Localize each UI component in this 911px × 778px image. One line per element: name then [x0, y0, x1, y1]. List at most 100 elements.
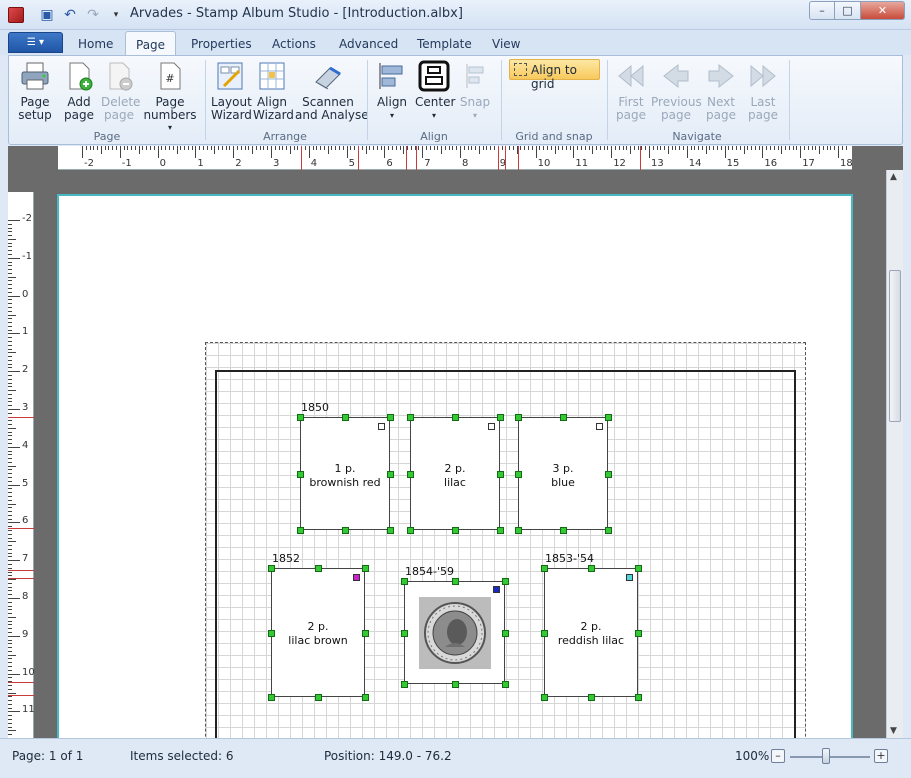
zoom-out-button[interactable]: –	[771, 749, 785, 763]
tab-home[interactable]: Home	[68, 34, 123, 55]
page-numbers-button[interactable]: # Page numbers ▾	[143, 60, 197, 134]
tab-template[interactable]: Template	[407, 34, 482, 55]
zoom-in-button[interactable]: +	[874, 749, 888, 763]
resize-handle[interactable]	[387, 470, 394, 478]
resize-handle[interactable]	[451, 681, 459, 688]
resize-handle[interactable]	[497, 527, 504, 534]
align-button[interactable]: Align ▾	[373, 60, 411, 122]
resize-handle[interactable]	[297, 414, 304, 421]
tab-page[interactable]: Page	[125, 31, 177, 56]
scroll-down-icon[interactable]: ▼	[890, 726, 897, 736]
resize-handle[interactable]	[497, 414, 504, 421]
stamp-box[interactable]: 1 p. brownish red	[300, 417, 390, 530]
resize-handle[interactable]	[502, 681, 509, 688]
scan-analyse-button[interactable]: Scannen and Analyse	[295, 60, 369, 122]
resize-handle[interactable]	[401, 578, 408, 585]
snap-button[interactable]: Snap ▾	[457, 60, 493, 122]
resize-handle[interactable]	[560, 414, 567, 421]
center-button[interactable]: Center ▾	[415, 60, 455, 122]
previous-page-button[interactable]: Previous page	[651, 60, 702, 122]
resize-handle[interactable]	[502, 629, 509, 637]
align-to-grid-button[interactable]: Align to grid	[509, 59, 600, 91]
zoom-slider-thumb[interactable]	[822, 748, 830, 764]
resize-handle[interactable]	[362, 694, 369, 701]
resize-handle[interactable]	[588, 694, 595, 701]
tab-properties[interactable]: Properties	[181, 34, 262, 55]
dropdown-arrow-icon[interactable]: ▾	[107, 6, 125, 24]
resize-handle[interactable]	[315, 565, 322, 572]
resize-handle[interactable]	[560, 527, 567, 534]
stamp-box[interactable]	[404, 581, 505, 684]
album-page[interactable]: 1850 1 p. brownish red 2 p. lilac 3 p. b…	[57, 194, 853, 738]
resize-handle[interactable]	[541, 694, 548, 701]
resize-handle[interactable]	[515, 527, 522, 534]
resize-handle[interactable]	[635, 694, 642, 701]
ruler-tick	[550, 146, 552, 150]
layout-wizard-button[interactable]: Layout Wizard	[211, 60, 252, 122]
stamp-box[interactable]: 2 p. lilac brown	[271, 568, 365, 697]
align-wizard-button[interactable]: Align Wizard	[253, 60, 294, 122]
resize-handle[interactable]	[362, 565, 369, 572]
tab-view[interactable]: View	[482, 34, 530, 55]
page-setup-button[interactable]: Page setup	[17, 60, 53, 122]
resize-handle[interactable]	[452, 527, 459, 534]
stamp-box[interactable]: 2 p. lilac	[410, 417, 500, 530]
resize-handle[interactable]	[268, 565, 275, 572]
resize-handle[interactable]	[635, 565, 642, 572]
resize-handle[interactable]	[268, 629, 275, 637]
resize-handle[interactable]	[452, 414, 459, 421]
resize-handle[interactable]	[401, 629, 408, 637]
resize-handle[interactable]	[407, 527, 414, 534]
resize-handle[interactable]	[268, 694, 275, 701]
delete-page-button[interactable]: Delete page	[101, 60, 140, 122]
ruler-tick	[705, 146, 707, 154]
scroll-up-icon[interactable]: ▲	[890, 172, 897, 182]
resize-handle[interactable]	[515, 414, 522, 421]
stamp-box[interactable]: 3 p. blue	[518, 417, 608, 530]
app-menu-button[interactable]: ☰ ▾	[8, 32, 63, 53]
ruler-tick	[8, 677, 12, 679]
resize-handle[interactable]	[342, 527, 349, 534]
ruler-tick	[8, 337, 12, 339]
resize-handle[interactable]	[635, 629, 642, 637]
tab-actions[interactable]: Actions	[262, 34, 326, 55]
add-page-button[interactable]: Add page	[61, 60, 97, 122]
resize-handle[interactable]	[451, 578, 459, 585]
tab-advanced[interactable]: Advanced	[329, 34, 408, 55]
last-page-button[interactable]: Last page	[745, 60, 781, 122]
resize-handle[interactable]	[362, 629, 369, 637]
resize-handle[interactable]	[605, 527, 612, 534]
resize-handle[interactable]	[502, 578, 509, 585]
resize-handle[interactable]	[407, 414, 414, 421]
zoom-slider-track[interactable]	[790, 756, 870, 758]
resize-handle[interactable]	[497, 470, 504, 478]
resize-handle[interactable]	[605, 470, 612, 478]
resize-handle[interactable]	[315, 694, 322, 701]
app-icon[interactable]	[8, 7, 24, 23]
resize-handle[interactable]	[407, 470, 414, 478]
resize-handle[interactable]	[297, 527, 304, 534]
close-button[interactable]: ✕	[861, 1, 905, 20]
resize-handle[interactable]	[541, 565, 548, 572]
scrollbar-thumb[interactable]	[889, 270, 901, 422]
canvas-area[interactable]: -2 -1 0 1 2 3 4 5 6 7 8 9 10 11 12 13 14 15 16 17 18 -2 -1 0 1 2…	[8, 146, 903, 738]
redo-icon[interactable]: ↷	[84, 6, 102, 24]
resize-handle[interactable]	[588, 565, 595, 572]
resize-handle[interactable]	[401, 681, 408, 688]
next-page-button[interactable]: Next page	[703, 60, 739, 122]
resize-handle[interactable]	[297, 470, 304, 478]
resize-handle[interactable]	[515, 470, 522, 478]
ruler-tick	[603, 146, 605, 150]
vertical-scrollbar[interactable]: ▲ ▼	[886, 170, 903, 738]
minimize-button[interactable]: –	[809, 1, 835, 20]
resize-handle[interactable]	[342, 414, 349, 421]
resize-handle[interactable]	[541, 629, 548, 637]
undo-icon[interactable]: ↶	[61, 6, 79, 24]
maximize-button[interactable]: □	[835, 1, 861, 20]
resize-handle[interactable]	[605, 414, 612, 421]
first-page-button[interactable]: First page	[611, 60, 651, 122]
resize-handle[interactable]	[387, 414, 394, 421]
save-icon[interactable]: ▣	[38, 6, 56, 24]
resize-handle[interactable]	[387, 527, 394, 534]
stamp-box[interactable]: 2 p. reddish lilac	[544, 568, 638, 697]
